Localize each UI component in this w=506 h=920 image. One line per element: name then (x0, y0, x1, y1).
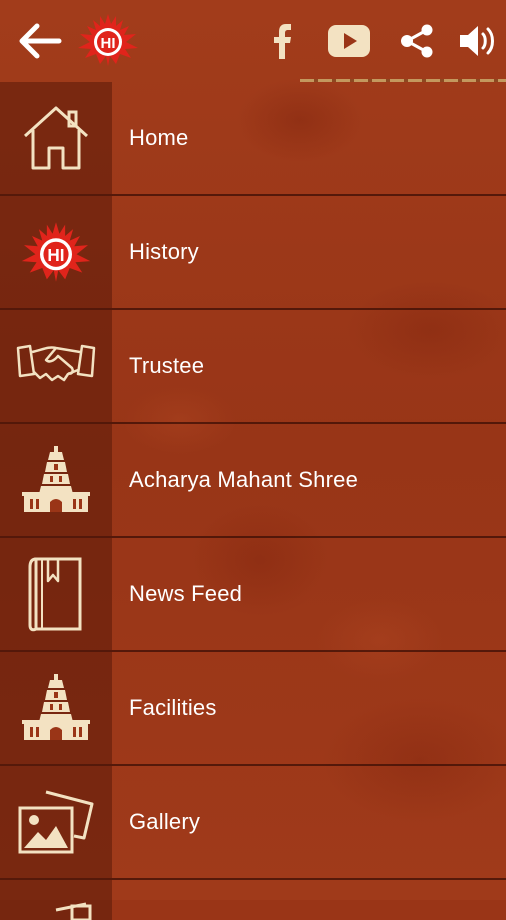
menu-label: Facilities (129, 695, 217, 720)
menu-item-news-feed[interactable]: News Feed (0, 538, 506, 652)
temple-tower-icon (22, 674, 90, 740)
menu-icon-cell: HI (0, 196, 112, 308)
side-menu: Home HI History Trustee Acharya Mahant S… (0, 82, 506, 920)
temple-tower-icon (22, 446, 90, 512)
volume-icon (460, 26, 494, 56)
menu-item-acharya-mahant-shree[interactable]: Acharya Mahant Shree (0, 424, 506, 538)
top-bar: HI (0, 0, 506, 82)
menu-icon-cell (0, 652, 112, 764)
youtube-icon (328, 25, 370, 57)
menu-item-trustee[interactable]: Trustee (0, 310, 506, 424)
youtube-button[interactable] (326, 20, 372, 62)
facebook-button[interactable] (262, 20, 302, 62)
menu-label: Home (129, 125, 189, 150)
home-icon (23, 106, 89, 170)
menu-label: Trustee (129, 353, 205, 378)
handshake-icon (16, 344, 96, 382)
back-button[interactable] (14, 18, 66, 64)
menu-icon-cell (0, 766, 112, 878)
back-arrow-icon (19, 23, 62, 59)
share-button[interactable] (396, 20, 438, 62)
book-icon (28, 557, 82, 632)
partial-menu-icon (55, 902, 92, 920)
menu-label: News Feed (129, 581, 243, 606)
menu-label: Gallery (129, 809, 201, 834)
volume-button[interactable] (456, 20, 500, 62)
share-icon (401, 24, 433, 58)
menu-label: History (129, 239, 199, 264)
menu-icon-cell (0, 538, 112, 650)
menu-label: Acharya Mahant Shree (129, 467, 359, 492)
temple-logo: HI (76, 12, 140, 68)
menu-icon-cell (0, 82, 112, 194)
temple-logo-icon: HI (21, 222, 91, 282)
facebook-icon (274, 24, 291, 59)
temple-logo-icon: HI (78, 14, 138, 66)
menu-icon-cell (0, 880, 112, 920)
menu-icon-cell (0, 424, 112, 536)
menu-item-partial[interactable] (0, 880, 506, 920)
gallery-icon (18, 790, 94, 854)
svg-text:HI: HI (47, 245, 64, 265)
menu-item-gallery[interactable]: Gallery (0, 766, 506, 880)
menu-item-home[interactable]: Home (0, 82, 506, 196)
menu-item-facilities[interactable]: Facilities (0, 652, 506, 766)
svg-text:HI: HI (101, 35, 116, 52)
menu-icon-cell (0, 310, 112, 422)
menu-item-history[interactable]: HI History (0, 196, 506, 310)
